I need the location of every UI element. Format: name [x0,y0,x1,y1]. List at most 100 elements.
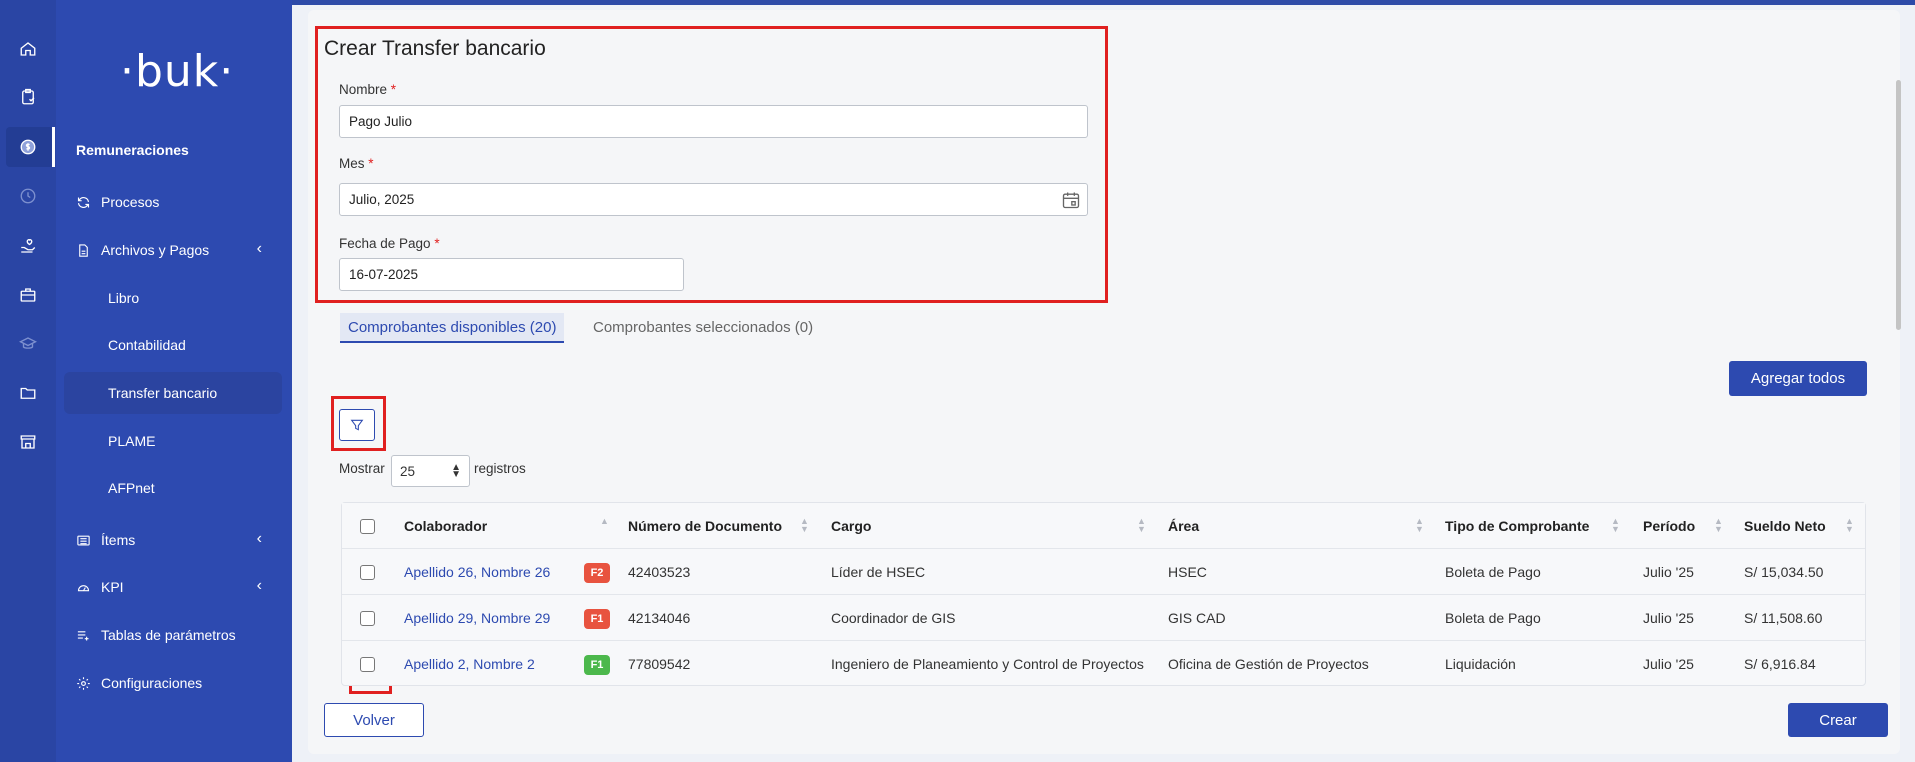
hand-heart-icon[interactable] [14,232,42,260]
table-header: Colaborador ▲ Número de Documento ▲ ▼ Car… [342,503,1865,549]
create-button[interactable]: Crear [1788,703,1888,737]
row-checkbox-cell [360,641,375,685]
table-row[interactable]: Apellido 29, Nombre 29 F1 42134046 Coord… [342,595,1865,641]
show-label: Mostrar [339,461,385,476]
row-checkbox[interactable] [360,610,375,626]
row-checkbox-cell [360,595,375,641]
buk-logo[interactable]: ·buk· [120,46,234,97]
col-colaborador[interactable]: Colaborador [404,503,487,549]
row-checkbox[interactable] [360,564,375,580]
nav-sub-afpnet[interactable]: AFPnet [108,480,155,496]
table-row[interactable]: Apellido 26, Nombre 26 F2 42403523 Líder… [342,549,1865,595]
status-badge: F1 [584,655,610,675]
select-all-checkbox[interactable] [360,518,375,534]
documento-cell: 42134046 [628,610,691,626]
sort-icon[interactable]: ▲ ▼ [1137,517,1146,534]
filter-button[interactable] [339,409,375,441]
chevron-left-icon[interactable]: ‹ [257,530,262,548]
records-label: registros [474,461,526,476]
fecha-pago-label-text: Fecha de Pago [339,236,431,251]
status-badge: F2 [584,563,610,583]
nav-item-items[interactable]: Ítems [76,532,135,548]
tab-comprobantes-seleccionados[interactable]: Comprobantes seleccionados (0) [593,319,813,336]
periodo-cell: Julio '25 [1643,564,1694,580]
sort-icon[interactable]: ▲ ▼ [1845,517,1854,534]
list-icon [77,535,90,545]
cargo-cell: Coordinador de GIS [831,610,956,626]
col-numero-documento[interactable]: Número de Documento [628,503,782,549]
required-mark: * [390,82,397,97]
col-area[interactable]: Área [1168,503,1199,549]
nav-item-label: Configuraciones [101,675,203,691]
nav-item-kpi[interactable]: KPI [76,579,124,595]
money-icon[interactable] [14,133,42,161]
colaborador-link[interactable]: Apellido 29, Nombre 29 [404,595,550,641]
nav-sub-transfer-bancario[interactable]: Transfer bancario [108,385,217,401]
table-add-icon [77,630,89,640]
sort-icon[interactable]: ▲ ▼ [800,517,809,534]
sueldo-cell: S/ 11,508.60 [1744,610,1823,626]
gauge-icon [77,584,90,591]
add-all-button[interactable]: Agregar todos [1729,361,1867,396]
area-cell: GIS CAD [1168,610,1226,626]
back-button[interactable]: Volver [324,703,424,737]
nav-sub-libro[interactable]: Libro [108,290,139,306]
nav-sub-plame[interactable]: PLAME [108,433,155,449]
sidebar-nav: ·buk· Remuneraciones Procesos Archivos y… [56,0,292,762]
sort-icon[interactable]: ▲ ▼ [1611,517,1620,534]
nombre-input[interactable]: Pago Julio [339,105,1088,138]
table-row[interactable]: Apellido 2, Nombre 2 F1 77809542 Ingenie… [342,641,1865,685]
refresh-icon [77,196,90,208]
chevron-left-icon[interactable]: ‹ [257,240,262,258]
calendar-icon[interactable] [1061,190,1081,210]
folder-icon[interactable] [14,379,42,407]
mes-input[interactable]: Julio, 2025 [339,183,1088,216]
row-checkbox[interactable] [360,656,375,672]
cargo-cell: Líder de HSEC [831,564,926,580]
filter-icon [350,419,364,431]
col-tipo-comprobante[interactable]: Tipo de Comprobante [1445,503,1589,549]
sort-icon[interactable]: ▲ [600,517,609,526]
tab-comprobantes-disponibles[interactable]: Comprobantes disponibles (20) [340,313,565,343]
clock-icon[interactable] [14,182,42,210]
nav-item-configuraciones[interactable]: Configuraciones [76,675,202,691]
colaborador-link[interactable]: Apellido 2, Nombre 2 [404,641,535,685]
col-periodo[interactable]: Período [1643,503,1695,549]
clipboard-icon[interactable] [14,83,42,111]
nombre-label: Nombre * [339,82,396,97]
cargo-cell: Ingeniero de Planeamiento y Control de P… [831,656,1144,672]
select-arrows-icon: ▲ ▼ [451,462,461,480]
required-mark: * [434,236,440,251]
tipo-cell: Liquidación [1445,656,1516,672]
home-icon[interactable] [14,35,42,63]
col-sueldo-neto[interactable]: Sueldo Neto [1744,503,1826,549]
rail-active-indicator [52,127,55,167]
documento-cell: 42403523 [628,564,691,580]
sort-icon[interactable]: ▲ ▼ [1714,517,1723,534]
mes-label-text: Mes [339,156,365,171]
comprobantes-table: Colaborador ▲ Número de Documento ▲ ▼ Car… [341,502,1866,686]
page-size-select[interactable]: 25 ▲ ▼ [391,455,470,487]
page-title: Crear Transfer bancario [324,37,546,60]
col-cargo[interactable]: Cargo [831,503,871,549]
sueldo-cell: S/ 6,916.84 [1744,656,1816,672]
chevron-left-icon[interactable]: ‹ [257,577,262,595]
nav-sub-contabilidad[interactable]: Contabilidad [108,337,186,353]
nav-item-tablas-de-parametros[interactable]: Tablas de parámetros [76,627,236,643]
periodo-cell: Julio '25 [1643,610,1694,626]
fecha-pago-label: Fecha de Pago * [339,236,440,251]
nav-item-label: Archivos y Pagos [101,242,210,258]
graduation-icon[interactable] [14,330,42,358]
fecha-pago-input[interactable]: 16-07-2025 [339,258,684,291]
mes-value: Julio, 2025 [349,192,415,207]
briefcase-icon[interactable] [14,281,42,309]
colaborador-link[interactable]: Apellido 26, Nombre 26 [404,549,550,595]
sort-icon[interactable]: ▲ ▼ [1415,517,1424,534]
nav-item-archivos-y-pagos[interactable]: Archivos y Pagos [76,242,209,258]
store-icon[interactable] [14,428,42,456]
page-size-value: 25 [400,463,416,479]
nav-item-procesos[interactable]: Procesos [76,194,159,210]
scrollbar[interactable] [1896,80,1901,330]
required-mark: * [368,156,374,171]
nav-item-label: KPI [101,579,124,595]
